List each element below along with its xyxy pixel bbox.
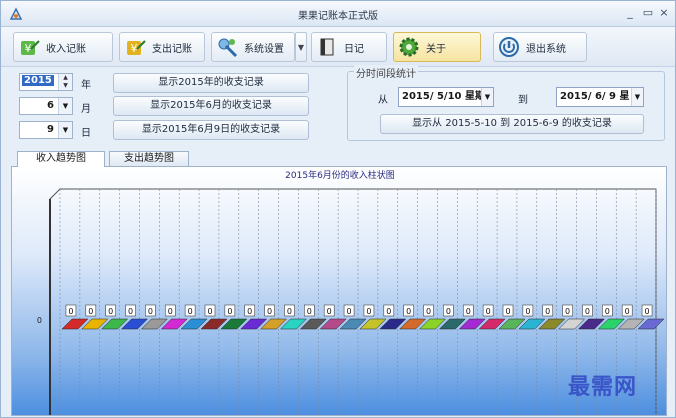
tab-income-trend[interactable]: 收入趋势图: [17, 151, 105, 167]
data-label: 0: [505, 307, 510, 316]
data-label: 0: [88, 307, 93, 316]
data-label: 0: [486, 307, 491, 316]
diary-label: 日记: [344, 43, 364, 55]
app-window: 果果记账本正式版 _ ▭ × ¥ 收入记账 ¥ 支出记账 系统设置 ▼ 日记 关…: [0, 0, 676, 418]
range-group: 分时间段统计 从 2015/ 5/10 星期 ▼ 到 2015/ 6/ 9 星 …: [347, 65, 665, 141]
data-label: 0: [168, 307, 173, 316]
data-label: 0: [188, 307, 193, 316]
expense-button[interactable]: ¥ 支出记账: [119, 32, 205, 62]
minimize-button[interactable]: _: [623, 6, 637, 20]
data-label: 0: [366, 307, 371, 316]
show-day-button[interactable]: 显示2015年6月9日的收支记录: [113, 120, 309, 140]
data-label: 0: [565, 307, 570, 316]
day-value: 9: [47, 124, 54, 135]
data-label: 0: [68, 307, 73, 316]
data-label: 0: [128, 307, 133, 316]
data-label: 0: [287, 307, 292, 316]
year-spinner[interactable]: 2015 ▲ ▼: [19, 73, 73, 91]
settings-dropdown-button[interactable]: ▼: [295, 32, 307, 62]
title-bar: 果果记账本正式版 _ ▭ ×: [1, 1, 675, 27]
from-date-picker[interactable]: 2015/ 5/10 星期 ▼: [398, 87, 494, 107]
data-label: 0: [466, 307, 471, 316]
power-icon: [499, 37, 519, 57]
settings-label: 系统设置: [244, 43, 284, 55]
income-label: 收入记账: [46, 43, 86, 55]
data-label: 0: [406, 307, 411, 316]
data-label: 0: [386, 307, 391, 316]
data-label: 0: [426, 307, 431, 316]
money-bag-icon: ¥: [21, 40, 40, 55]
to-label: 到: [518, 95, 528, 106]
show-year-button[interactable]: 显示2015年的收支记录: [113, 73, 309, 93]
svg-text:¥: ¥: [131, 42, 138, 55]
window-title: 果果记账本正式版: [298, 11, 378, 22]
data-label: 0: [207, 307, 212, 316]
data-label: 0: [327, 307, 332, 316]
year-value: 2015: [22, 75, 54, 86]
exit-label: 退出系统: [526, 43, 566, 55]
exit-button[interactable]: 退出系统: [493, 32, 587, 62]
settings-button[interactable]: 系统设置: [211, 32, 295, 62]
chevron-down-icon[interactable]: ▼: [58, 98, 72, 114]
chevron-down-icon[interactable]: ▼: [481, 88, 493, 106]
gear-icon: [399, 37, 419, 57]
watermark: 最需网: [568, 374, 638, 400]
chevron-down-icon[interactable]: ▼: [58, 122, 72, 138]
maximize-button[interactable]: ▭: [641, 6, 655, 20]
about-label: 关于: [426, 43, 446, 55]
data-label: 0: [545, 307, 550, 316]
plot-frame: [49, 188, 657, 415]
month-value: 6: [47, 100, 54, 111]
chevron-down-icon[interactable]: ▼: [631, 88, 643, 106]
show-range-button[interactable]: 显示从 2015-5-10 到 2015-6-9 的收支记录: [380, 114, 644, 134]
data-label: 0: [446, 307, 451, 316]
data-label: 0: [108, 307, 113, 316]
to-date-picker[interactable]: 2015/ 6/ 9 星 ▼: [556, 87, 644, 107]
range-group-title: 分时间段统计: [354, 65, 418, 80]
money-bag-icon: ¥: [127, 40, 146, 55]
expense-label: 支出记账: [152, 43, 192, 55]
from-date-value: 2015/ 5/10 星期: [402, 91, 485, 102]
month-unit: 月: [81, 104, 91, 115]
data-label: 0: [645, 307, 650, 316]
data-label: 0: [267, 307, 272, 316]
svg-text:¥: ¥: [25, 42, 32, 55]
to-date-value: 2015/ 6/ 9 星: [560, 91, 630, 102]
year-unit: 年: [81, 80, 91, 91]
day-select[interactable]: 9 ▼: [19, 121, 73, 139]
tools-icon: [218, 38, 238, 58]
diary-button[interactable]: 日记: [311, 32, 387, 62]
income-button[interactable]: ¥ 收入记账: [13, 32, 113, 62]
y-tick-label: 0: [37, 316, 42, 325]
data-label: 0: [227, 307, 232, 316]
tab-expense-trend[interactable]: 支出趋势图: [109, 151, 189, 166]
spinner-arrows-icon[interactable]: ▲ ▼: [58, 74, 72, 90]
from-label: 从: [378, 95, 388, 106]
show-month-button[interactable]: 显示2015年6月的收支记录: [113, 96, 309, 116]
month-select[interactable]: 6 ▼: [19, 97, 73, 115]
data-label: 0: [585, 307, 590, 316]
data-label: 0: [307, 307, 312, 316]
book-icon: [320, 38, 334, 56]
toolbar: ¥ 收入记账 ¥ 支出记账 系统设置 ▼ 日记 关于 退出系统: [1, 27, 675, 67]
data-label: 0: [605, 307, 610, 316]
about-button[interactable]: 关于: [393, 32, 481, 62]
data-label: 0: [247, 307, 252, 316]
day-unit: 日: [81, 128, 91, 139]
data-label: 0: [525, 307, 530, 316]
data-label: 0: [625, 307, 630, 316]
close-button[interactable]: ×: [657, 6, 671, 20]
data-label: 0: [148, 307, 153, 316]
data-label: 0: [347, 307, 352, 316]
